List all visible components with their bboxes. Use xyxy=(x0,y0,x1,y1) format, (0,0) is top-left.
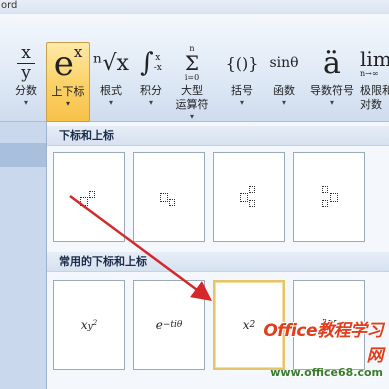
chevron-down-icon: ▾ xyxy=(148,98,153,107)
equation-tools-screen: ord xy 分数 ▾ ex 上下标 ▾ ⁿ√x 根式 ▾ ∫ x -x 积分 … xyxy=(0,0,389,389)
section-header-scripts: 下标和上标 xyxy=(47,126,389,146)
accent-icon: ä xyxy=(323,45,341,81)
chevron-down-icon: ▾ xyxy=(65,99,70,108)
radical-button[interactable]: ⁿ√x 根式 ▾ xyxy=(92,42,130,122)
window-title-strip: ord xyxy=(0,0,389,14)
accent-button[interactable]: ä 导数符号 ▾ xyxy=(306,42,358,122)
radical-icon: ⁿ√x xyxy=(93,50,129,76)
document-edge xyxy=(0,122,46,389)
fraction-label: 分数 xyxy=(15,84,37,97)
common-e-power[interactable]: e −tiθ xyxy=(133,280,205,370)
large-operator-label-2: 运算符 xyxy=(175,98,209,111)
chevron-down-icon: ▾ xyxy=(281,98,286,107)
equation-ribbon: xy 分数 ▾ ex 上下标 ▾ ⁿ√x 根式 ▾ ∫ x -x 积分 ▾ n … xyxy=(0,14,389,122)
limit-button[interactable]: lim n→∞ 极限和 对数 xyxy=(360,42,389,122)
common-x-sub-y-squared[interactable]: x y2 xyxy=(53,280,125,370)
watermark-url: www.office68.com xyxy=(270,366,383,379)
radical-label: 根式 xyxy=(100,84,122,97)
limit-label: 极限和 xyxy=(360,84,389,97)
template-subscript[interactable] xyxy=(133,152,205,242)
large-operator-button[interactable]: n Σ i=0 大型 运算符 ▾ xyxy=(170,42,214,122)
integral-button[interactable]: ∫ x -x 积分 ▾ xyxy=(132,42,170,122)
script-icon: ex xyxy=(53,43,83,84)
fraction-button[interactable]: xy 分数 ▾ xyxy=(8,42,44,122)
watermark: Office教程学习网 www.office68.com xyxy=(263,316,383,379)
bracket-icon: {()} xyxy=(225,53,259,73)
summation-icon: n Σ i=0 xyxy=(184,44,200,82)
limit-label-2: 对数 xyxy=(360,98,382,111)
window-title: ord xyxy=(1,0,18,11)
section-header-common: 常用的下标和上标 xyxy=(47,252,389,272)
chevron-down-icon: ▾ xyxy=(329,98,334,107)
chevron-down-icon: ▾ xyxy=(189,112,194,121)
template-superscript[interactable] xyxy=(53,152,125,242)
function-label: 函数 xyxy=(273,84,295,97)
function-button[interactable]: sinθ 函数 ▾ xyxy=(264,42,304,122)
fraction-icon: xy xyxy=(8,42,44,84)
limit-icon: lim n→∞ xyxy=(360,46,389,78)
integral-label: 积分 xyxy=(140,84,162,97)
script-label: 上下标 xyxy=(51,85,85,98)
watermark-brand: Office教程学习网 xyxy=(263,321,383,366)
function-icon: sinθ xyxy=(269,55,299,71)
accent-label: 导数符号 xyxy=(310,84,354,97)
large-operator-label: 大型 xyxy=(181,84,203,97)
chevron-down-icon: ▾ xyxy=(239,98,244,107)
script-button[interactable]: ex 上下标 ▾ xyxy=(46,42,90,122)
bracket-button[interactable]: {()} 括号 ▾ xyxy=(222,42,262,122)
bracket-label: 括号 xyxy=(231,84,253,97)
chevron-down-icon: ▾ xyxy=(108,98,113,107)
integral-icon: ∫ x -x xyxy=(140,48,162,78)
template-left-sub-superscript[interactable] xyxy=(293,152,365,242)
template-sub-superscript[interactable] xyxy=(213,152,285,242)
chevron-down-icon: ▾ xyxy=(23,98,28,107)
